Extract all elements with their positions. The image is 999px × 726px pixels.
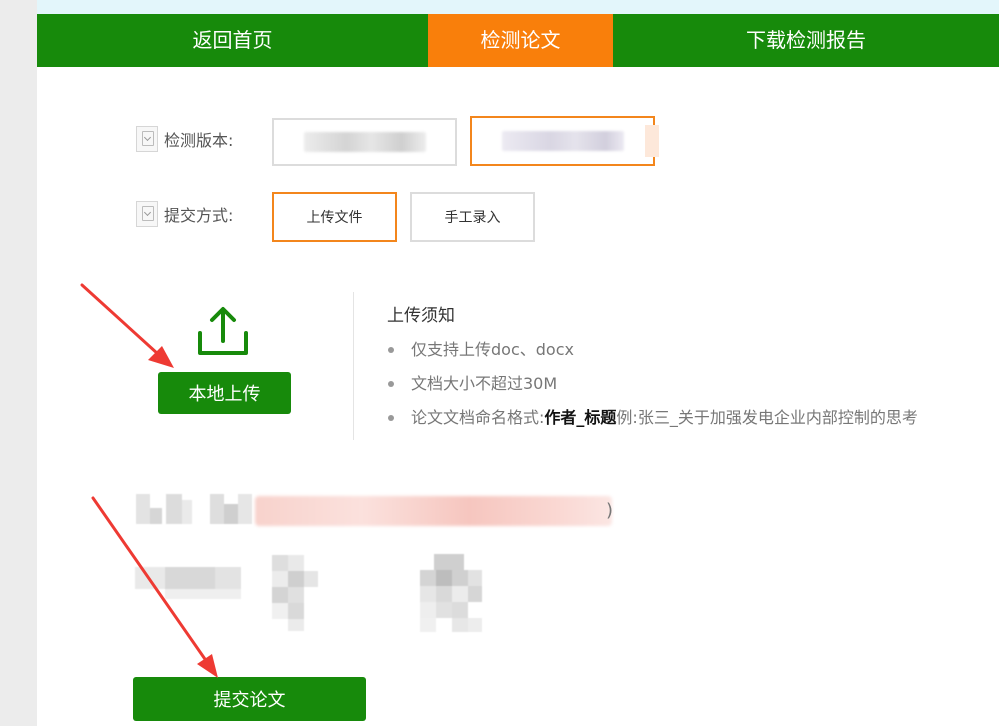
arrow-icon xyxy=(91,496,218,678)
arrow-icon xyxy=(80,283,174,368)
annotation-arrows xyxy=(80,283,218,678)
